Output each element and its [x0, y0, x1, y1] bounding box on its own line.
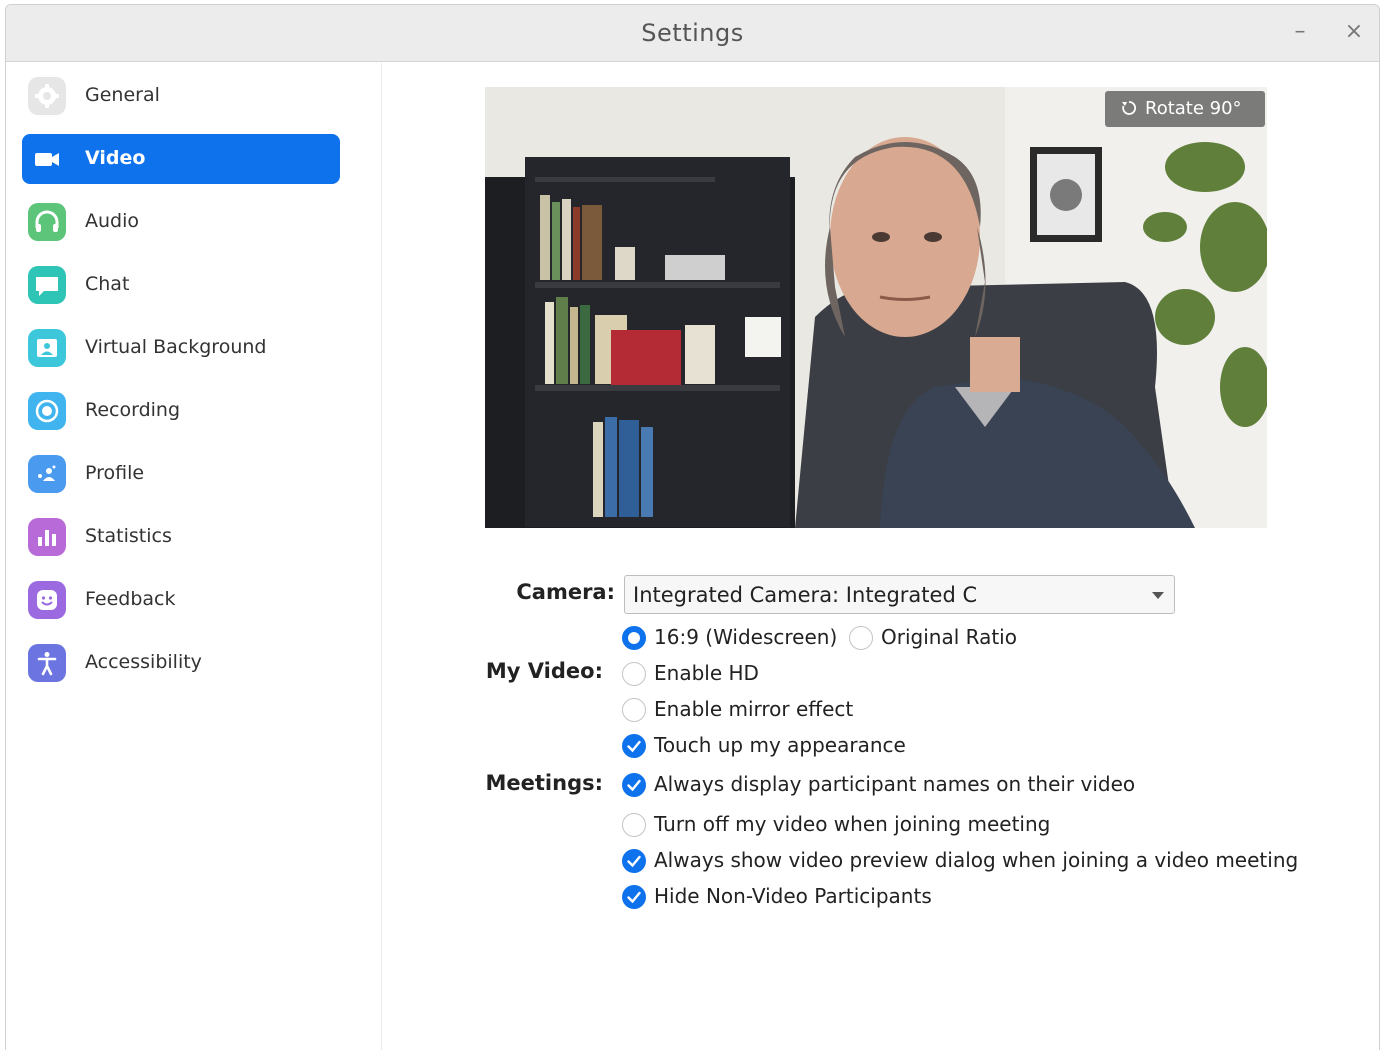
profile-icon — [28, 455, 66, 493]
person-portrait-icon — [28, 329, 66, 367]
sidebar-item-profile[interactable]: Profile — [22, 449, 340, 499]
sidebar-item-label: Profile — [85, 462, 145, 484]
sidebar-item-label: Audio — [85, 210, 140, 232]
check-icon — [622, 773, 646, 797]
sidebar-item-label: Video — [85, 147, 146, 169]
sidebar-item-label: General — [85, 84, 160, 106]
video-settings-panel: Rotate 90° Camera: Integrated Camera: In… — [383, 63, 1379, 1050]
my-video-label: My Video: — [485, 659, 603, 683]
sidebar-item-label: Accessibility — [85, 651, 202, 673]
smiley-icon — [28, 581, 66, 619]
camera-preview-image — [485, 87, 1267, 528]
accessibility-icon — [28, 644, 66, 682]
checkbox-label: Touch up my appearance — [654, 733, 906, 757]
camera-preview: Rotate 90° — [485, 87, 1267, 528]
record-icon — [28, 392, 66, 430]
sidebar-item-chat[interactable]: Chat — [22, 260, 340, 310]
window-title: Settings — [641, 19, 744, 47]
minimize-button[interactable]: – — [1285, 17, 1315, 47]
title-bar: Settings – × — [6, 5, 1379, 62]
checkbox-label: Always display participant names on thei… — [654, 772, 1136, 796]
checkbox-label: Hide Non-Video Participants — [654, 884, 932, 908]
meetings-label: Meetings: — [485, 771, 604, 795]
sidebar-item-label: Recording — [85, 399, 181, 421]
sidebar-item-accessibility[interactable]: Accessibility — [22, 638, 340, 688]
checkbox-unchecked — [622, 662, 646, 686]
video-camera-icon — [28, 140, 66, 178]
sidebar-item-statistics[interactable]: Statistics — [22, 512, 340, 562]
checkbox-unchecked — [622, 813, 646, 837]
checkbox-label: Turn off my video when joining meeting — [654, 812, 1051, 836]
checkbox-unchecked — [622, 698, 646, 722]
radio-label: Original Ratio — [881, 625, 1017, 649]
checkbox-label: Always show video preview dialog when jo… — [654, 848, 1299, 872]
camera-select[interactable]: Integrated Camera: Integrated C — [624, 575, 1175, 614]
headphones-icon — [28, 203, 66, 241]
check-icon — [622, 734, 646, 758]
chat-bubble-icon — [28, 266, 66, 304]
camera-select-value: Integrated Camera: Integrated C — [633, 583, 978, 607]
radio-unselected — [849, 626, 873, 650]
rotate-icon — [1119, 98, 1139, 123]
radio-label: 16:9 (Widescreen) — [654, 625, 838, 649]
sidebar-item-video[interactable]: Video — [22, 134, 340, 184]
settings-window: Settings – × General Video Audio Chat Vi… — [5, 4, 1380, 1050]
close-button[interactable]: × — [1339, 17, 1369, 47]
sidebar-item-label: Feedback — [85, 588, 176, 610]
check-icon — [622, 849, 646, 873]
rotate-90-button[interactable]: Rotate 90° — [1105, 91, 1265, 127]
radio-selected — [622, 626, 646, 650]
chevron-down-icon — [1152, 592, 1164, 599]
settings-sidebar: General Video Audio Chat Virtual Backgro… — [6, 63, 382, 1050]
camera-label: Camera: — [516, 580, 615, 604]
sidebar-item-recording[interactable]: Recording — [22, 386, 340, 436]
checkbox-label: Enable HD — [654, 661, 759, 685]
sidebar-item-label: Statistics — [85, 525, 172, 547]
gear-icon — [28, 77, 66, 115]
sidebar-item-general[interactable]: General — [22, 71, 340, 121]
sidebar-item-label: Chat — [85, 273, 130, 295]
check-icon — [622, 885, 646, 909]
sidebar-item-virtual-background[interactable]: Virtual Background — [22, 323, 340, 373]
sidebar-item-label: Virtual Background — [85, 336, 267, 358]
sidebar-item-audio[interactable]: Audio — [22, 197, 340, 247]
rotate-label: Rotate 90° — [1145, 98, 1242, 119]
sidebar-item-feedback[interactable]: Feedback — [22, 575, 340, 625]
bar-chart-icon — [28, 518, 66, 556]
checkbox-label: Enable mirror effect — [654, 697, 854, 721]
